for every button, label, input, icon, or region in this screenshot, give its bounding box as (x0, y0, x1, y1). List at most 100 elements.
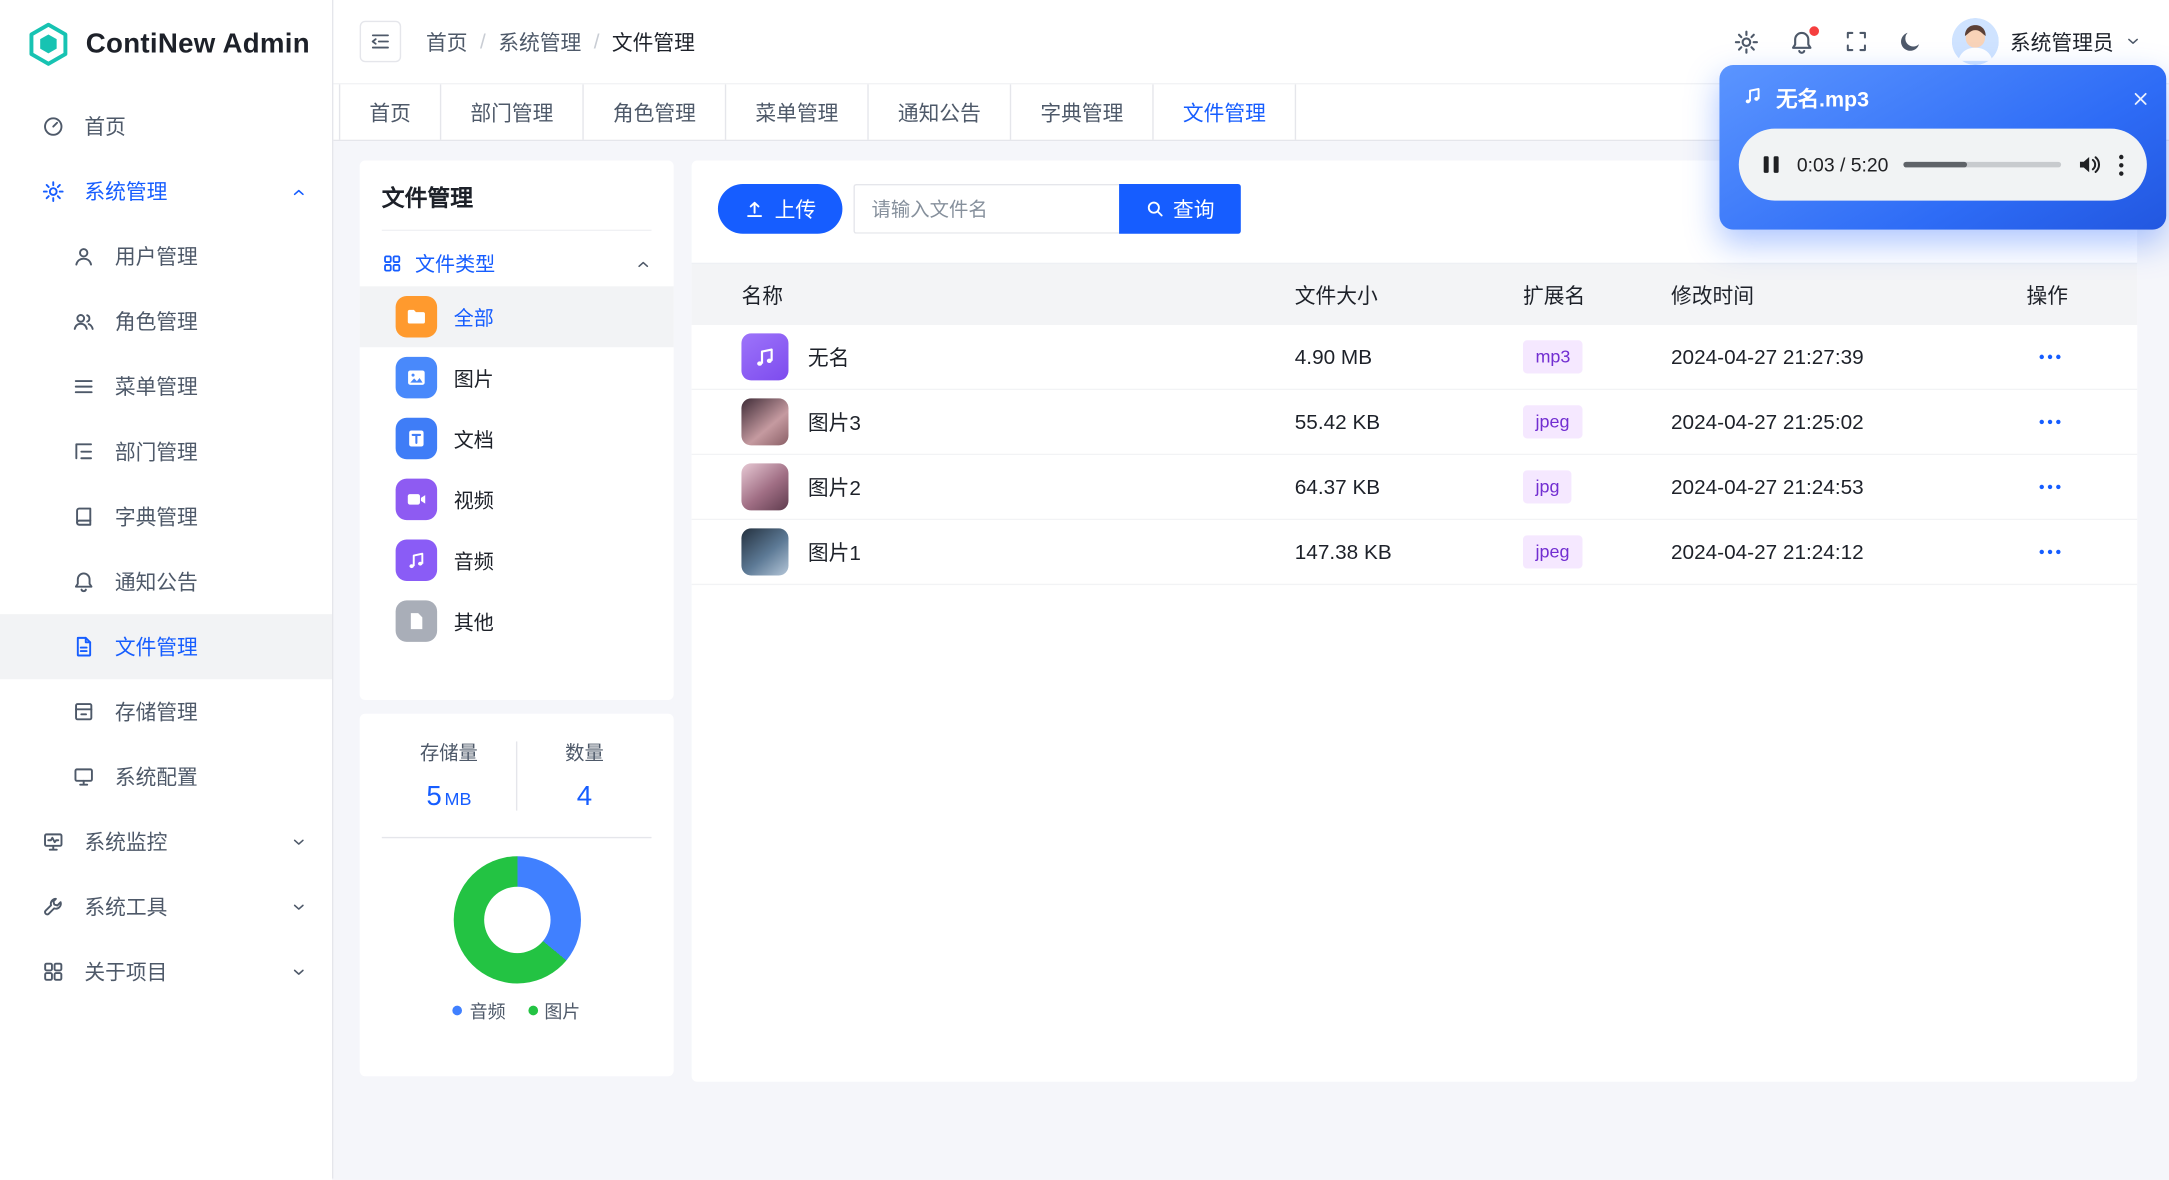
table-row[interactable]: 图片2 64.37 KB jpg 2024-04-27 21:24:53 (691, 455, 2138, 521)
user-icon (72, 245, 96, 269)
dark-mode-moon-icon[interactable] (1898, 29, 1923, 54)
count-value: 4 (576, 781, 593, 812)
bell-icon (72, 570, 96, 594)
app-root: ContiNew Admin 首页 系统管理 用户管理 角色管理 菜单管理 部门… (0, 0, 2169, 1180)
close-icon[interactable] (2132, 89, 2150, 107)
file-time: 2024-04-27 21:27:39 (1671, 345, 1864, 369)
tab-dictionary[interactable]: 字典管理 (1011, 84, 1154, 140)
seek-slider[interactable] (1903, 161, 2062, 168)
tab-department[interactable]: 部门管理 (441, 84, 584, 140)
table-row[interactable]: 图片1 147.38 KB jpeg 2024-04-27 21:24:12 (691, 520, 2138, 586)
tab-role[interactable]: 角色管理 (584, 84, 727, 140)
sidebar-item-home[interactable]: 首页 (0, 94, 332, 159)
sidebar-item-file-management[interactable]: 文件管理 (0, 614, 332, 680)
filename-search-input[interactable] (853, 183, 1120, 234)
sidebar-item-announcements[interactable]: 通知公告 (0, 549, 332, 614)
tab-announcement[interactable]: 通知公告 (869, 84, 1012, 140)
panel-title: 文件管理 (381, 180, 652, 232)
breadcrumb-system[interactable]: 系统管理 (498, 27, 581, 56)
brand[interactable]: ContiNew Admin (0, 0, 332, 89)
sidebar-item-system-monitor[interactable]: 系统监控 (0, 809, 332, 874)
sidebar-item-system-tools[interactable]: 系统工具 (0, 874, 332, 939)
fullscreen-icon[interactable] (1844, 29, 1869, 54)
ellipsis-icon (2039, 419, 2061, 425)
sidebar-item-user-management[interactable]: 用户管理 (0, 224, 332, 289)
audio-file-icon (741, 333, 789, 381)
file-type-other[interactable]: 其他 (360, 591, 674, 652)
volume-icon[interactable] (2076, 152, 2102, 177)
audio-icon (395, 539, 438, 581)
row-actions-button[interactable] (2032, 405, 2068, 438)
notification-dot (1807, 24, 1821, 37)
tab-file-management[interactable]: 文件管理 (1154, 84, 1297, 140)
file-type-image[interactable]: 图片 (360, 347, 674, 408)
chevron-down-icon (290, 963, 307, 980)
wrench-icon (41, 895, 65, 919)
query-button[interactable]: 查询 (1119, 183, 1241, 234)
file-type-document[interactable]: 文档 (360, 408, 674, 469)
file-type-all[interactable]: 全部 (359, 286, 674, 348)
table-header-row: 名称 文件大小 扩展名 修改时间 操作 (691, 262, 2138, 326)
row-actions-button[interactable] (2032, 340, 2068, 373)
kebab-menu-icon[interactable] (2118, 153, 2125, 177)
settings-icon[interactable] (1733, 28, 1759, 54)
music-note-icon (1742, 84, 1764, 112)
sidebar-item-system-management[interactable]: 系统管理 (0, 159, 332, 224)
sidebar: ContiNew Admin 首页 系统管理 用户管理 角色管理 菜单管理 部门… (0, 0, 334, 1179)
breadcrumb-home[interactable]: 首页 (426, 27, 468, 56)
table-row[interactable]: 无名 4.90 MB mp3 2024-04-27 21:27:39 (691, 325, 2138, 391)
upload-button[interactable]: 上传 (717, 183, 843, 234)
storage-value: 5 (426, 781, 442, 812)
player-time: 0:03 / 5:20 (1796, 153, 1889, 176)
row-actions-button[interactable] (2032, 470, 2068, 503)
col-ext: 扩展名 (1523, 284, 1586, 308)
tab-menu[interactable]: 菜单管理 (726, 84, 869, 140)
legend-dot-audio (453, 1005, 463, 1016)
monitor-icon (41, 830, 65, 854)
donut-hole (483, 886, 550, 954)
chevron-up-icon (635, 255, 652, 272)
chevron-down-icon (290, 833, 307, 850)
storage-stats-panel: 存储量 5 MB 数量 4 音频 图片 (359, 713, 674, 1077)
col-modified: 修改时间 (1671, 284, 1755, 308)
file-size: 4.90 MB (1294, 345, 1373, 369)
col-size: 文件大小 (1294, 284, 1378, 308)
file-type-video[interactable]: 视频 (360, 469, 674, 530)
sidebar-item-role-management[interactable]: 角色管理 (0, 289, 332, 354)
brand-logo-icon (25, 21, 72, 68)
grid-small-icon (384, 255, 401, 272)
storage-unit: MB (444, 788, 472, 810)
row-actions-button[interactable] (2032, 535, 2068, 568)
breadcrumb: 首页 / 系统管理 / 文件管理 (426, 27, 695, 56)
tab-home[interactable]: 首页 (338, 84, 442, 140)
sidebar-collapse-button[interactable] (359, 20, 402, 63)
player-title: 无名.mp3 (1776, 88, 1870, 113)
table-row[interactable]: 图片3 55.42 KB jpeg 2024-04-27 21:25:02 (691, 390, 2138, 456)
user-menu[interactable]: 系统管理员 (1951, 17, 2142, 66)
gear-icon (41, 180, 65, 204)
avatar (1951, 17, 1999, 66)
file-time: 2024-04-27 21:24:12 (1671, 540, 1864, 564)
legend-dot-image (527, 1005, 538, 1016)
file-size: 147.38 KB (1294, 540, 1392, 564)
image-icon (395, 356, 438, 399)
count-stat: 数量 4 (517, 739, 651, 814)
sidebar-item-dictionary-management[interactable]: 字典管理 (0, 484, 332, 549)
sidebar-item-storage-management[interactable]: 存储管理 (0, 679, 332, 744)
sidebar-item-department-management[interactable]: 部门管理 (0, 419, 332, 484)
donut-legend: 音频 图片 (382, 997, 652, 1023)
username: 系统管理员 (2009, 31, 2114, 55)
pause-button[interactable] (1761, 154, 1782, 176)
image-thumbnail (741, 463, 789, 511)
sidebar-item-menu-management[interactable]: 菜单管理 (0, 354, 332, 419)
notifications-bell-icon[interactable] (1789, 24, 1821, 54)
legend-label-audio: 音频 (469, 1001, 506, 1023)
ellipsis-icon (2039, 354, 2061, 360)
file-type-audio[interactable]: 音频 (360, 530, 674, 591)
sidebar-item-about-project[interactable]: 关于项目 (0, 939, 332, 1004)
grid-icon (41, 960, 65, 984)
sidebar-item-system-config[interactable]: 系统配置 (0, 744, 332, 809)
file-type-group-header[interactable]: 文件类型 (382, 249, 652, 278)
file-size: 64.37 KB (1294, 475, 1381, 499)
storage-label: 存储量 (419, 741, 478, 764)
